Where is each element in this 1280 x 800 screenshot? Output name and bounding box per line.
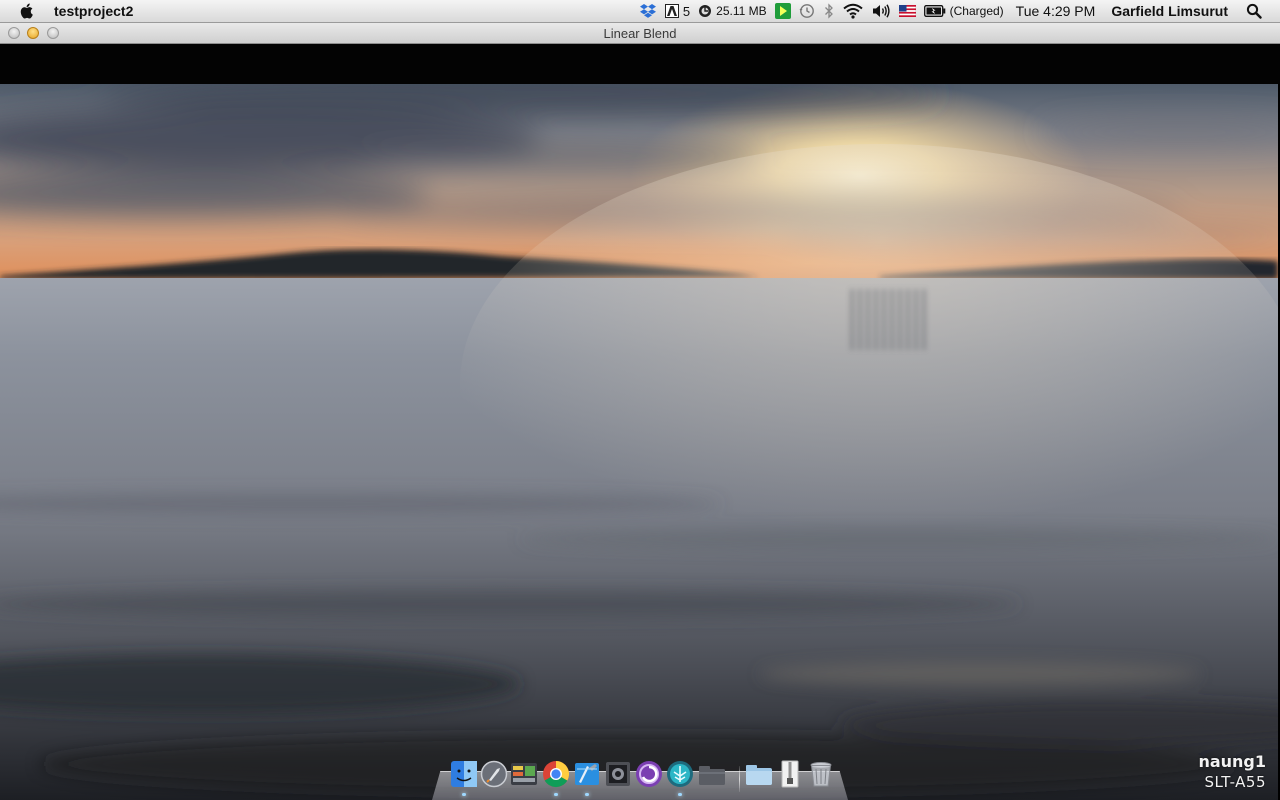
dock-item-trash[interactable] [807,760,835,788]
dock-item-photo-booth[interactable] [604,760,632,788]
apple-menu-icon[interactable] [18,2,36,20]
memory-clean-icon [699,5,712,17]
watermark-camera: SLT-A55 [1204,773,1266,791]
dock-item-folder[interactable] [745,760,773,788]
screen: testproject2 5 25.11 MB (Charged) Tue 4:… [0,0,1280,800]
dock-item-dark-folder[interactable] [698,760,726,788]
dock-item-teal-app[interactable] [666,760,694,796]
battery-icon [923,5,945,17]
system-monitor-icon [511,763,537,785]
archive-icon [781,760,799,788]
letterbox-band [0,44,1280,84]
adobe-count: 5 [682,3,691,19]
scene-image [0,84,1278,800]
running-indicator [554,793,558,796]
dock-separator [739,766,740,792]
adobe-icon [664,4,679,18]
wifi-icon [843,3,863,19]
dock-item-purple-app[interactable] [635,760,663,788]
battery-text: (Charged) [949,4,1004,18]
menu-bar: testproject2 5 25.11 MB (Charged) Tue 4:… [0,0,1280,23]
app-teal-icon [667,761,693,787]
menu-clock[interactable]: Tue 4:29 PM [1016,3,1096,19]
adobe-updates[interactable]: 5 [664,0,691,22]
window-titlebar[interactable]: Linear Blend [0,23,1280,44]
running-indicator [462,793,466,796]
sunset-lake-photo [0,84,1278,800]
dock [432,758,848,800]
running-indicator [585,793,589,796]
window-title: Linear Blend [603,26,677,41]
time-machine-icon [799,4,814,18]
running-indicator [678,793,682,796]
launchpad-icon [480,760,508,788]
sun-reflection [460,144,1278,624]
dock-item-launchpad[interactable] [480,760,508,788]
spotlight-button[interactable] [1246,0,1262,22]
dropbox-icon [639,4,656,18]
us-flag-icon [898,5,916,17]
memory-value: 25.11 MB [716,4,767,18]
dock-item-archive[interactable] [776,760,804,788]
xcode-icon [575,763,599,785]
menu-extras: 5 25.11 MB (Charged) Tue 4:29 PM Garfiel… [631,0,1280,22]
dock-item-xcode[interactable] [573,760,601,796]
app-purple-icon [636,761,662,787]
bluetooth-icon [824,3,833,19]
volume-status[interactable] [871,0,891,22]
window-content [0,44,1280,800]
trash-icon [810,762,832,787]
bluetooth-status[interactable] [823,0,835,22]
dropbox-status[interactable] [639,0,657,22]
time-machine-status[interactable] [799,0,815,22]
spark-status[interactable] [774,0,791,22]
battery-status[interactable]: (Charged) [923,0,1004,22]
spotlight-icon [1246,3,1262,19]
volume-icon [872,4,890,18]
finder-icon [451,761,477,787]
user-name[interactable]: Garfield Limsurut [1111,3,1228,19]
folder-dark-icon [699,766,725,785]
memory-status[interactable]: 25.11 MB [698,0,767,22]
wifi-status[interactable] [843,0,863,22]
chrome-icon [543,760,570,788]
photo-booth-icon [606,762,630,786]
spark-icon [774,3,791,19]
dock-item-finder[interactable] [450,760,478,796]
dock-item-chrome[interactable] [542,760,570,796]
app-menu-name[interactable]: testproject2 [54,3,133,19]
folder-icon [746,765,772,785]
input-source[interactable] [898,0,916,22]
dock-item-system-monitor[interactable] [510,760,538,788]
photo-watermark: naung1 SLT-A55 [1198,752,1266,792]
watermark-author: naung1 [1198,752,1266,771]
